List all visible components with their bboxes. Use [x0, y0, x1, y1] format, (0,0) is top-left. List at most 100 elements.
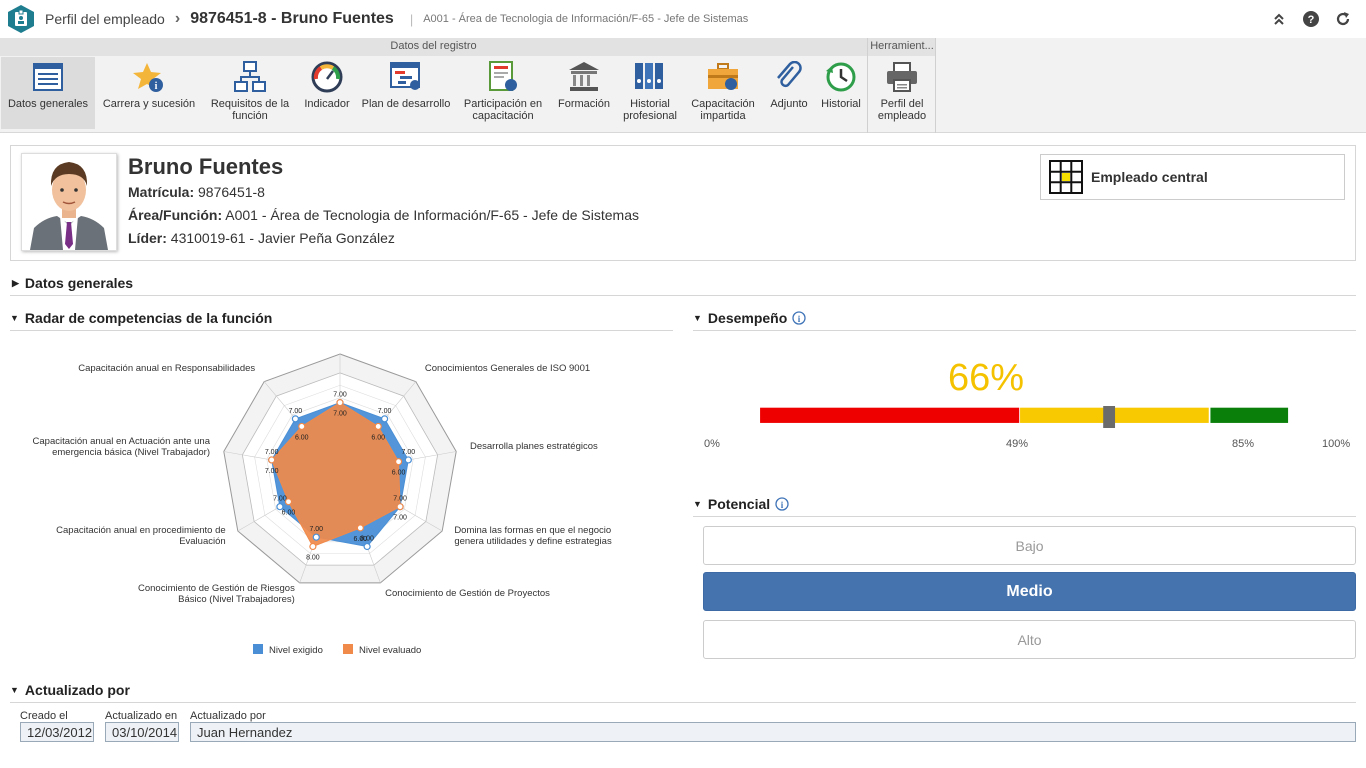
potential-low-button[interactable]: Bajo: [703, 526, 1356, 565]
employee-name: Bruno Fuentes: [128, 154, 284, 179]
radar-data-label: 7.00: [333, 392, 347, 399]
ribbon-adjunto[interactable]: Adjunto: [764, 57, 814, 129]
ribbon-carrera[interactable]: i Carrera y sucesión: [99, 57, 199, 129]
gauge-icon: [310, 60, 344, 94]
org-chart-icon: [233, 60, 267, 94]
section-performance-toggle[interactable]: ▼ Desempeño i: [693, 310, 806, 326]
radar-category-label: emergencia básica (Nivel Trabajador): [52, 447, 210, 458]
radar-data-label: 8.00: [306, 555, 320, 562]
employee-area: Área/Función: A001 - Área de Tecnologia …: [128, 207, 639, 223]
caret-down-icon: ▼: [10, 685, 19, 695]
ribbon-capacitacion-impartida[interactable]: Capacitación impartida: [686, 57, 760, 129]
ribbon-perfil-empleado[interactable]: Perfil del empleado: [870, 57, 934, 129]
radar-category-label: Evaluación: [179, 536, 225, 547]
ribbon-label: Historial: [821, 98, 861, 110]
ribbon-label: Carrera y sucesión: [102, 98, 196, 110]
employee-badge-icon: [6, 4, 36, 34]
radar-point: [336, 399, 344, 407]
created-label: Creado el: [20, 710, 68, 722]
ribbon-label: Requisitos de la función: [210, 98, 290, 122]
svg-text:?: ?: [1308, 14, 1315, 26]
radar-category-label: genera utilidades y define estrategias: [454, 536, 612, 547]
section-potential-toggle[interactable]: ▼ Potencial i: [693, 496, 789, 512]
ribbon-label: Capacitación impartida: [691, 98, 755, 122]
radar-point: [394, 458, 403, 466]
briefcase-icon: [706, 60, 740, 94]
refresh-icon[interactable]: [1334, 10, 1352, 28]
central-employee-label: Empleado central: [1091, 169, 1208, 185]
ribbon-indicador[interactable]: Indicador: [300, 57, 354, 129]
legend-swatch: [253, 644, 263, 654]
page-title: 9876451-8 - Bruno Fuentes: [190, 10, 394, 27]
breadcrumb[interactable]: Perfil del empleado: [45, 11, 165, 27]
ribbon-label: Participación en capacitación: [463, 98, 543, 122]
gauge-tick-label: 85%: [1232, 438, 1255, 450]
ribbon-plan-desarrollo[interactable]: Plan de desarrollo: [359, 57, 453, 129]
section-updated-toggle[interactable]: ▼ Actualizado por: [10, 682, 130, 698]
gauge-tick-label: 100%: [1322, 438, 1351, 450]
updated-date-field[interactable]: 03/10/2014: [105, 722, 179, 742]
gauge-band: [1210, 407, 1289, 423]
radar-point: [396, 503, 404, 511]
page-subtitle: A001 - Área de Tecnologia de Información…: [423, 13, 749, 25]
radar-data-label: 6.00: [282, 510, 296, 517]
ribbon-participacion[interactable]: Participación en capacitación: [456, 57, 550, 129]
legend-swatch: [343, 644, 353, 654]
info-icon[interactable]: i: [792, 311, 806, 325]
ribbon-formacion[interactable]: Formación: [554, 57, 614, 129]
ribbon-label: Datos generales: [7, 98, 89, 110]
radar-data-label: 6.00: [354, 536, 368, 543]
info-icon[interactable]: i: [775, 497, 789, 511]
ribbon-label: Indicador: [304, 98, 350, 110]
radar-point: [380, 415, 389, 423]
potential-medium-button[interactable]: Medio: [703, 572, 1356, 611]
section-title: Datos generales: [24, 275, 134, 291]
section-title: Potencial: [707, 496, 771, 512]
certificate-icon: [486, 60, 520, 94]
radar-data-label: 6.00: [295, 434, 309, 441]
updated-on-label: Actualizado en: [105, 710, 178, 722]
performance-value: 66%: [948, 357, 1025, 399]
form-icon: [31, 60, 65, 94]
ribbon-historial-profesional[interactable]: Historial profesional: [617, 57, 683, 129]
section-title: Actualizado por: [24, 682, 130, 698]
potential-high-button[interactable]: Alto: [703, 620, 1356, 659]
svg-text:i: i: [781, 500, 784, 510]
radar-data-label: 7.00: [309, 526, 323, 533]
section-general-toggle[interactable]: ▶ Datos generales: [12, 275, 133, 291]
divider: |: [409, 11, 414, 27]
radar-data-label: 7.00: [273, 496, 287, 503]
employee-card: Bruno Fuentes Matrícula: 9876451-8 Área/…: [10, 145, 1356, 261]
collapse-icon[interactable]: [1270, 10, 1288, 28]
employee-matricula: Matrícula: 9876451-8: [128, 184, 265, 200]
nine-box-icon: [1049, 160, 1083, 194]
legend-label: Nivel evaluado: [359, 645, 421, 656]
legend-label: Nivel exigido: [269, 645, 323, 656]
caret-down-icon: ▼: [693, 499, 702, 509]
radar-data-label: 7.00: [402, 449, 416, 456]
radar-point: [291, 415, 300, 423]
central-employee-button[interactable]: Empleado central: [1040, 154, 1345, 200]
radar-category-label: Conocimiento de Gestión de Riesgos: [138, 583, 295, 594]
created-date-field[interactable]: 12/03/2012: [20, 722, 94, 742]
avatar: [21, 153, 117, 251]
radar-data-label: 7.00: [378, 408, 392, 415]
radar-data-label: 7.00: [333, 411, 347, 418]
radar-category-label: Capacitación anual en Actuación ante una: [33, 436, 211, 447]
help-icon[interactable]: ?: [1302, 10, 1320, 28]
radar-point: [298, 422, 306, 431]
ribbon-historial[interactable]: Historial: [816, 57, 866, 129]
svg-text:i: i: [155, 81, 158, 92]
ribbon-datos-generales[interactable]: Datos generales: [1, 57, 95, 129]
updated-by-field[interactable]: Juan Hernandez: [190, 722, 1356, 742]
gauge-tick-label: 0%: [704, 438, 720, 450]
caret-right-icon: ▶: [12, 277, 19, 288]
section-title: Radar de competencias de la función: [24, 310, 273, 326]
radar-point: [284, 498, 293, 506]
radar-category-label: Conocimiento de Gestión de Proyectos: [385, 588, 550, 599]
ribbon-label: Formación: [558, 98, 610, 110]
ribbon-requisitos[interactable]: Requisitos de la función: [203, 57, 297, 129]
employee-leader: Líder: 4310019-61 - Javier Peña González: [128, 230, 395, 246]
section-radar-toggle[interactable]: ▼ Radar de competencias de la función: [10, 310, 272, 326]
radar-category-label: Básico (Nivel Trabajadores): [178, 594, 295, 605]
